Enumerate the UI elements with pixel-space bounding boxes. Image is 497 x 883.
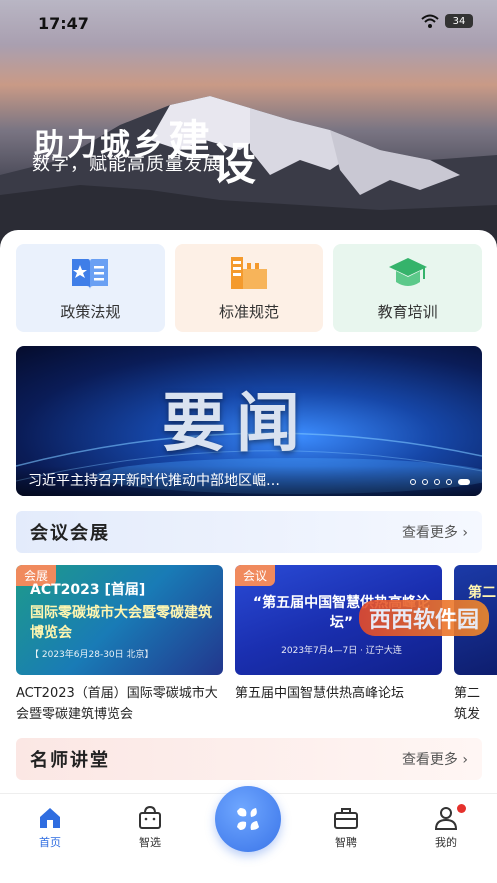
section-exhibitions-header: 会议会展 查看更多 › xyxy=(16,511,482,553)
quick-link-label: 教育培训 xyxy=(377,302,438,321)
view-more-link[interactable]: 查看更多 › xyxy=(402,522,468,542)
exhibition-card[interactable]: 第二 第二筑发 xyxy=(454,565,497,725)
carousel-dot[interactable] xyxy=(434,479,440,485)
card-image-line: 2023年7月4—7日 · 辽宁大连 xyxy=(281,646,402,656)
section-title: 会议会展 xyxy=(30,523,110,544)
exhibition-cards: 会展 ACT2023 [首届] 国际零碳城市大会暨零碳建筑博览会 【 2023年… xyxy=(16,565,497,725)
center-action-button[interactable] xyxy=(215,786,281,852)
watermark-logo: 西西软件园 xyxy=(358,600,489,636)
quick-links: 政策法规 标准规范 教育培训 xyxy=(16,244,483,332)
shopping-bag-icon xyxy=(139,806,161,829)
carousel-dots xyxy=(410,479,470,485)
card-title: ACT2023（首届）国际零碳城市大会暨零碳建筑博览会 xyxy=(16,686,218,722)
news-carousel[interactable]: 要闻 习近平主持召开新时代推动中部地区崛… xyxy=(16,346,482,496)
quick-link-label: 政策法规 xyxy=(60,302,121,321)
quick-link-education[interactable]: 教育培训 xyxy=(333,244,483,332)
status-time: 17:47 xyxy=(38,14,89,33)
section-title: 名师讲堂 xyxy=(30,750,110,771)
carousel-dot[interactable] xyxy=(410,479,416,485)
exhibition-card[interactable]: 会议 “第五届中国智慧供热高峰论坛” 2023年7月4—7日 · 辽宁大连 第五… xyxy=(235,565,442,725)
wifi-icon xyxy=(421,14,439,28)
quick-link-policy[interactable]: 政策法规 xyxy=(16,244,165,332)
notification-badge xyxy=(457,804,466,813)
tab-home[interactable]: 首页 xyxy=(20,806,80,850)
briefcase-icon xyxy=(334,808,358,829)
tab-label: 智选 xyxy=(139,836,161,849)
hero-subtitle: 数字，赋能高质量发展 xyxy=(32,154,222,175)
quick-link-standards[interactable]: 标准规范 xyxy=(174,244,324,332)
card-image-line: ACT2023 [首届] xyxy=(30,582,146,598)
main-content: 政策法规 标准规范 教育培训 要闻 习近平主持召开新时代推动中部地区崛… 会议会… xyxy=(0,230,497,883)
tab-select[interactable]: 智选 xyxy=(120,806,180,850)
view-more-link[interactable]: 查看更多 › xyxy=(402,749,468,769)
carousel-dot[interactable] xyxy=(422,479,428,485)
section-lectures-header: 名师讲堂 查看更多 › xyxy=(16,738,482,780)
tab-label: 我的 xyxy=(435,836,457,849)
quick-link-label: 标准规范 xyxy=(219,302,280,321)
center-app-icon xyxy=(237,808,259,830)
carousel-dot-active[interactable] xyxy=(458,479,470,485)
hero-banner: 17:47 34 助力城乡 建 设 数字，赋能高质量发展 xyxy=(0,0,497,250)
tab-recruit[interactable]: 智聘 xyxy=(316,806,376,850)
battery-icon: 34 xyxy=(445,14,473,28)
bottom-tab-bar: 首页 智选 智聘 我的 xyxy=(0,786,497,883)
card-tag: 会议 xyxy=(235,565,276,586)
home-icon xyxy=(40,808,60,828)
card-image-text: ACT2023 [首届] 国际零碳城市大会暨零碳建筑博览会 【 2023年6月2… xyxy=(30,579,215,660)
graduation-cap-icon xyxy=(388,257,427,286)
standard-chart-icon xyxy=(231,256,267,289)
card-title: 第五届中国智慧供热高峰论坛 xyxy=(235,686,405,701)
card-image-line: 【 2023年6月28-30日 北京】 xyxy=(30,650,154,660)
card-title: 第二筑发 xyxy=(454,686,481,722)
exhibition-card[interactable]: 会展 ACT2023 [首届] 国际零碳城市大会暨零碳建筑博览会 【 2023年… xyxy=(16,565,223,725)
user-icon xyxy=(434,807,458,830)
card-image: 会展 ACT2023 [首届] 国际零碳城市大会暨零碳建筑博览会 【 2023年… xyxy=(16,565,223,675)
policy-book-icon xyxy=(72,258,109,289)
tab-label: 首页 xyxy=(39,836,61,849)
tab-profile[interactable]: 我的 xyxy=(416,804,476,850)
carousel-dot[interactable] xyxy=(446,479,452,485)
card-image-line: 国际零碳城市大会暨零碳建筑博览会 xyxy=(30,605,212,641)
status-icons: 34 xyxy=(421,14,473,28)
tab-label: 智聘 xyxy=(335,836,357,849)
banner-title: 要闻 xyxy=(162,386,310,461)
